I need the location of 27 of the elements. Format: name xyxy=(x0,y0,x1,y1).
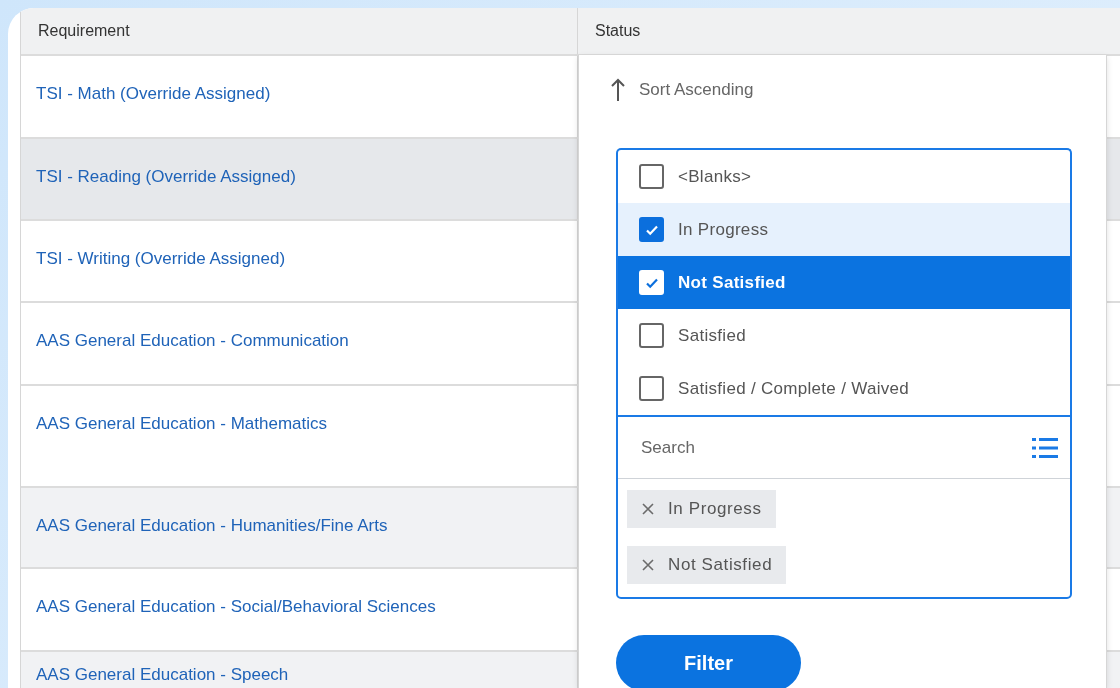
checkbox[interactable] xyxy=(639,217,664,242)
close-icon[interactable] xyxy=(642,503,654,515)
column-header[interactable]: Status xyxy=(578,8,1120,54)
requirement-link[interactable]: TSI - Reading (Override Assigned) xyxy=(36,167,296,186)
requirement-link[interactable]: TSI - Writing (Override Assigned) xyxy=(36,249,286,268)
requirement-link[interactable]: AAS General Education - Mathematics xyxy=(36,414,328,433)
filter-option[interactable]: <Blanks> xyxy=(618,150,1070,203)
search-field[interactable]: Search xyxy=(639,436,1032,459)
requirement-link[interactable]: AAS General Education - Speech xyxy=(36,665,289,684)
requirement-link[interactable]: AAS General Education - Communication xyxy=(36,331,349,350)
filter-button[interactable]: Filter xyxy=(616,635,801,688)
close-icon[interactable] xyxy=(642,559,654,571)
requirement-link[interactable]: AAS General Education - Humanities/Fine Arts xyxy=(36,516,388,535)
sort-menu-item[interactable]: Sort Ascending xyxy=(611,73,1106,107)
arrow-up-icon xyxy=(611,78,625,102)
checkbox[interactable] xyxy=(639,376,664,401)
selected-value-chip[interactable]: In Progress xyxy=(627,490,776,528)
filter-option[interactable]: In Progress xyxy=(618,203,1070,256)
requirement-link[interactable]: TSI - Math (Override Assigned) xyxy=(36,84,271,103)
filter-option[interactable]: Satisfied xyxy=(618,309,1070,362)
list-icon[interactable] xyxy=(1032,436,1058,459)
filter-option[interactable]: Not Satisfied xyxy=(618,256,1070,309)
checkbox[interactable] xyxy=(639,323,664,348)
requirement-link[interactable]: AAS General Education - Social/Behavioral Sciences xyxy=(36,597,436,616)
column-header[interactable]: Requirement xyxy=(21,8,578,54)
checkbox[interactable] xyxy=(639,164,664,189)
selected-value-chip[interactable]: Not Satisfied xyxy=(627,546,787,584)
